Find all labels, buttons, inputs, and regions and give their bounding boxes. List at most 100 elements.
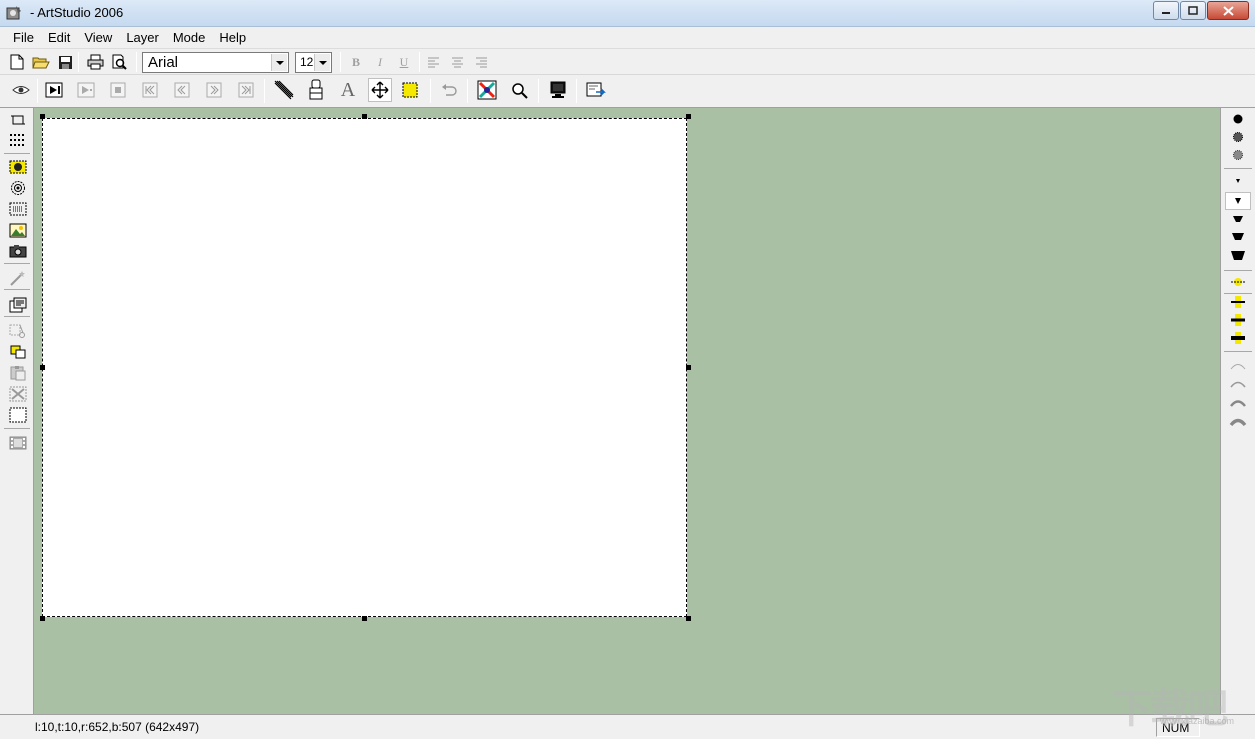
print-preview-button[interactable] xyxy=(107,50,131,74)
image-canvas[interactable] xyxy=(42,118,687,617)
size-5-button[interactable] xyxy=(1225,247,1251,265)
size-dropdown-button[interactable] xyxy=(314,54,330,71)
play-frame-button[interactable] xyxy=(42,78,66,102)
brush-soft-button[interactable] xyxy=(1225,146,1251,164)
align-center-button[interactable] xyxy=(445,50,469,74)
window-title: - ArtStudio 2006 xyxy=(30,5,124,20)
resize-handle-top-left[interactable] xyxy=(40,114,45,119)
play-button[interactable] xyxy=(74,78,98,102)
marquee-select-icon xyxy=(9,202,27,216)
status-bar: l:10,t:10,r:652,b:507 (642x497) NUM xyxy=(0,714,1255,739)
app-icon[interactable] xyxy=(6,5,22,21)
maximize-button[interactable] xyxy=(1180,1,1206,20)
underline-button[interactable]: U xyxy=(392,50,416,74)
close-button[interactable] xyxy=(1207,1,1249,20)
align-left-button[interactable] xyxy=(421,50,445,74)
undo-button[interactable] xyxy=(437,78,461,102)
first-frame-button[interactable] xyxy=(138,78,162,102)
curve-4-button[interactable] xyxy=(1225,412,1251,430)
selection-tool-icon xyxy=(402,82,418,98)
properties-button[interactable] xyxy=(6,293,30,317)
tools-toolbar: A xyxy=(0,75,1255,108)
menu-layer[interactable]: Layer xyxy=(119,30,166,45)
stop-button[interactable] xyxy=(106,78,130,102)
chevron-down-icon xyxy=(319,61,327,65)
export-button[interactable] xyxy=(584,78,608,102)
color-picker-icon xyxy=(477,80,497,100)
font-name-select[interactable]: Arial xyxy=(142,52,289,73)
bold-button[interactable]: B xyxy=(344,50,368,74)
medium-line-icon xyxy=(1231,296,1245,308)
italic-button[interactable]: I xyxy=(368,50,392,74)
last-frame-button[interactable] xyxy=(234,78,258,102)
save-button[interactable] xyxy=(53,50,77,74)
move-tool-button[interactable] xyxy=(368,78,392,102)
grid-button[interactable] xyxy=(6,128,30,152)
magic-wand-icon xyxy=(10,271,25,286)
curve-1-button[interactable] xyxy=(1225,356,1251,374)
font-size-select[interactable]: 12 xyxy=(295,52,332,73)
size-small-icon xyxy=(1236,179,1240,183)
line-2-button[interactable] xyxy=(1225,293,1251,311)
minimize-button[interactable] xyxy=(1153,1,1179,20)
print-preview-icon xyxy=(112,54,127,70)
open-button[interactable] xyxy=(29,50,53,74)
new-button[interactable] xyxy=(5,50,29,74)
text-tool-button[interactable]: A xyxy=(336,78,360,102)
resize-handle-bottom[interactable] xyxy=(362,616,367,621)
size-4-button[interactable] xyxy=(1225,228,1251,246)
left-toolbar xyxy=(0,108,34,714)
undo-icon xyxy=(442,84,457,96)
thin-line-icon xyxy=(1231,278,1245,286)
curve-3-button[interactable] xyxy=(1225,393,1251,411)
magic-wand-button[interactable] xyxy=(6,266,30,290)
line-3-button[interactable] xyxy=(1225,311,1251,329)
brush-hard-button[interactable] xyxy=(1225,110,1251,128)
watermark-url: www.xiazaiba.com xyxy=(1160,716,1235,726)
camera-button[interactable] xyxy=(6,239,30,263)
minimize-icon xyxy=(1162,11,1170,14)
size-1-button[interactable] xyxy=(1225,172,1251,190)
workspace[interactable] xyxy=(34,108,1220,714)
line-1-button[interactable] xyxy=(1225,273,1251,291)
menu-help[interactable]: Help xyxy=(212,30,253,45)
menu-edit[interactable]: Edit xyxy=(41,30,77,45)
resize-handle-bottom-left[interactable] xyxy=(40,616,45,621)
menu-file[interactable]: File xyxy=(6,30,41,45)
resize-handle-left[interactable] xyxy=(40,365,45,370)
menu-view[interactable]: View xyxy=(77,30,119,45)
resize-handle-bottom-right[interactable] xyxy=(686,616,691,621)
print-button[interactable] xyxy=(83,50,107,74)
ellipse-select-icon xyxy=(9,160,27,174)
menu-mode[interactable]: Mode xyxy=(166,30,213,45)
curve-thick-icon xyxy=(1230,400,1246,407)
font-dropdown-button[interactable] xyxy=(271,54,287,71)
stamp-tool-button[interactable] xyxy=(304,78,328,102)
last-frame-icon xyxy=(238,82,254,98)
print-icon xyxy=(87,54,103,70)
filmstrip-button[interactable] xyxy=(6,431,30,455)
size-medium-small-icon xyxy=(1235,198,1241,204)
size-3-button[interactable] xyxy=(1225,210,1251,228)
previous-frame-button[interactable] xyxy=(170,78,194,102)
full-screen-button[interactable] xyxy=(546,78,570,102)
resize-handle-right[interactable] xyxy=(686,365,691,370)
selection-tool-button[interactable] xyxy=(398,78,422,102)
resize-handle-top[interactable] xyxy=(362,114,367,119)
brush-medium-button[interactable] xyxy=(1225,128,1251,146)
preview-button[interactable] xyxy=(9,78,33,102)
align-right-icon xyxy=(475,57,487,67)
line-4-button[interactable] xyxy=(1225,329,1251,347)
zoom-button[interactable] xyxy=(507,78,531,102)
align-right-button[interactable] xyxy=(469,50,493,74)
resize-handle-top-right[interactable] xyxy=(686,114,691,119)
color-picker-button[interactable] xyxy=(475,78,499,102)
align-left-icon xyxy=(427,57,439,67)
curve-2-button[interactable] xyxy=(1225,374,1251,392)
select-all-button[interactable] xyxy=(6,403,30,427)
next-frame-button[interactable] xyxy=(202,78,226,102)
size-2-button[interactable] xyxy=(1225,192,1251,210)
standard-toolbar: Arial 12 B I U xyxy=(0,49,1255,75)
curve-extra-thick-icon xyxy=(1229,418,1247,427)
brush-tool-button[interactable] xyxy=(272,78,296,102)
